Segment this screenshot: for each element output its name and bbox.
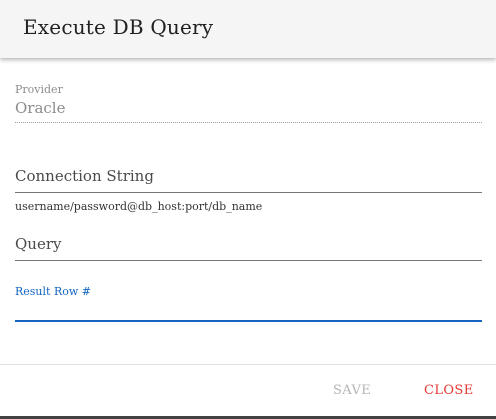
query-input[interactable]: Query [15,234,482,254]
connection-string-hint: username/password@db_host:port/db_name [15,200,263,213]
dialog-actions: SAVE CLOSE [0,364,496,418]
provider-field: Provider Oracle [15,83,482,123]
connection-string-field[interactable]: Connection String [15,166,482,193]
connection-string-underline [15,192,482,193]
query-underline [15,260,482,261]
dialog-header: Execute DB Query [0,0,496,58]
provider-value: Oracle [15,99,66,117]
execute-db-query-dialog: Execute DB Query Provider Oracle Connect… [0,0,496,419]
result-row-input[interactable] [15,320,482,322]
connection-string-input[interactable]: Connection String [15,166,482,186]
query-field[interactable]: Query [15,234,482,261]
dialog-title: Execute DB Query [23,15,214,39]
save-button[interactable]: SAVE [333,383,371,398]
close-button[interactable]: CLOSE [424,383,474,398]
provider-underline [15,122,482,123]
provider-label: Provider [15,83,63,96]
result-row-label: Result Row # [15,285,91,298]
result-row-field[interactable]: Result Row # [15,285,482,322]
